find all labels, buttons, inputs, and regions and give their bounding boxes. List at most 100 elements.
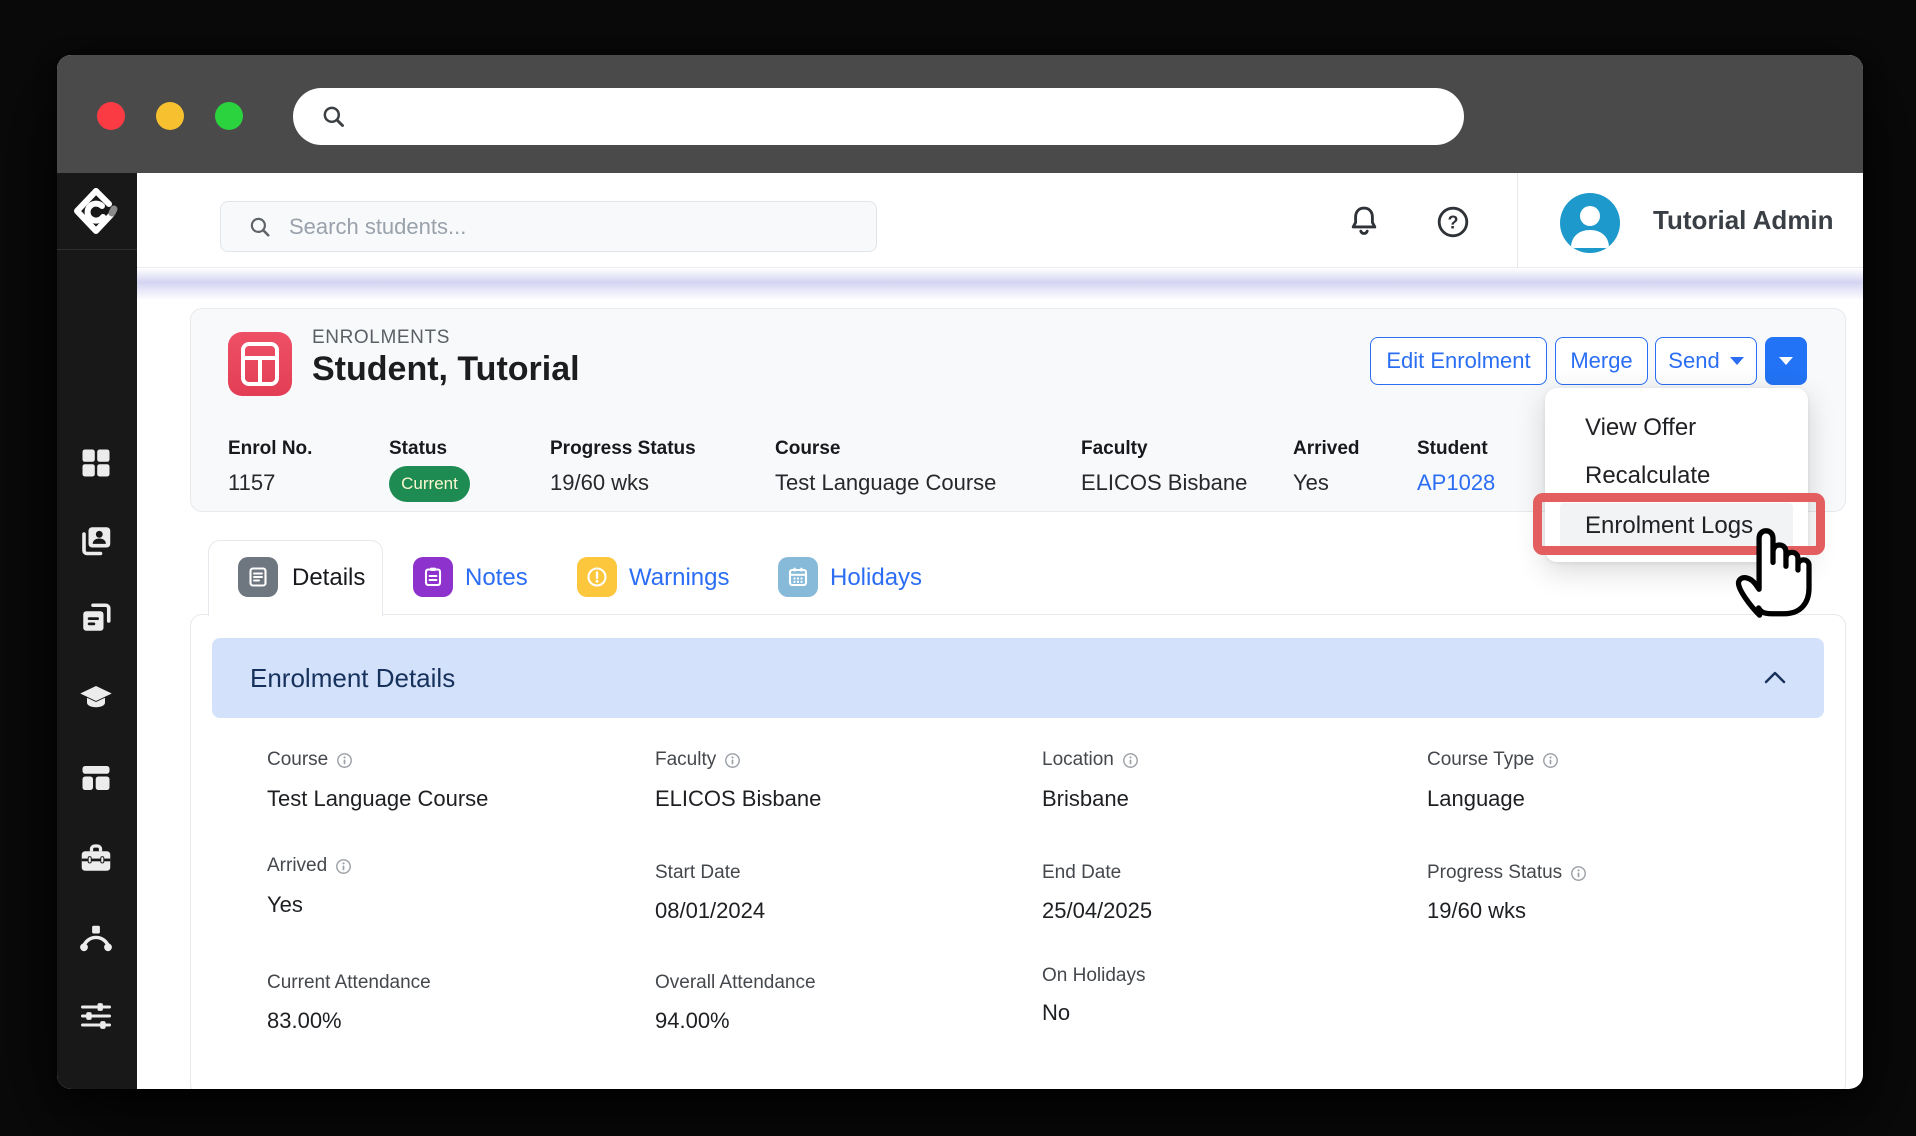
graduation-cap-icon <box>80 686 112 708</box>
field-label: Arrived <box>267 855 352 877</box>
person-icon <box>1571 206 1609 248</box>
help-icon[interactable]: ? <box>1435 204 1471 240</box>
browser-window: Search students... ? Tutorial Admin ENRO… <box>57 55 1863 1089</box>
status-badge: Current <box>389 466 470 502</box>
document-icon <box>249 567 267 587</box>
tab-warnings-icon[interactable] <box>577 557 617 597</box>
app-logo[interactable] <box>57 173 137 250</box>
chevron-down-icon <box>1729 357 1744 365</box>
tab-notes-label[interactable]: Notes <box>465 540 528 616</box>
minimize-window-button[interactable] <box>156 102 184 130</box>
sidebar-item-dashboard[interactable] <box>78 445 114 481</box>
field-label: Faculty <box>655 749 741 771</box>
info-icon[interactable] <box>335 858 352 875</box>
field-value: ELICOS Bisbane <box>655 786 822 811</box>
field-label-text: On Holidays <box>1042 965 1146 986</box>
merge-label: Merge <box>1570 348 1633 373</box>
student-id-link[interactable]: AP1028 <box>1417 470 1495 496</box>
browser-titlebar <box>57 55 1863 173</box>
sidebar-item-documents[interactable] <box>78 600 114 636</box>
field-label-text: Progress Status <box>1427 862 1563 883</box>
browser-address-bar[interactable] <box>293 88 1464 145</box>
module-eyebrow: ENROLMENTS <box>312 327 450 348</box>
user-avatar[interactable] <box>1560 193 1620 253</box>
maximize-window-button[interactable] <box>215 102 243 130</box>
summary-label: Student <box>1417 438 1488 459</box>
tab-details-label[interactable]: Details <box>292 540 365 616</box>
layout-table-icon <box>82 766 110 790</box>
sidebar <box>57 173 137 1089</box>
info-icon[interactable] <box>336 752 353 769</box>
info-icon[interactable] <box>1122 752 1139 769</box>
field-label-text: Faculty <box>655 749 717 770</box>
info-icon[interactable] <box>1542 752 1559 769</box>
user-name[interactable]: Tutorial Admin <box>1653 173 1834 268</box>
tab-details-icon[interactable] <box>238 557 278 597</box>
field-label: Course Type <box>1427 749 1559 771</box>
send-button[interactable]: Send <box>1655 337 1757 385</box>
tab-holidays-label[interactable]: Holidays <box>830 540 922 616</box>
student-card-icon <box>82 527 111 556</box>
field-label: Course <box>267 749 353 771</box>
field-label-text: Course Type <box>1427 749 1535 770</box>
header-glow-divider <box>137 268 1863 300</box>
field-label: Start Date <box>655 862 741 884</box>
chevron-up-icon[interactable] <box>1762 666 1788 690</box>
edit-enrolment-label: Edit Enrolment <box>1386 348 1531 373</box>
sidebar-item-workflows[interactable] <box>78 920 114 956</box>
menu-item-view-offer[interactable]: View Offer <box>1560 405 1793 450</box>
field-value: No <box>1042 1000 1071 1025</box>
field-label-text: End Date <box>1042 862 1122 883</box>
vector-curve-icon <box>80 925 112 952</box>
field-label-text: Start Date <box>655 862 741 883</box>
summary-label: Arrived <box>1293 438 1360 459</box>
tab-holidays-icon[interactable] <box>778 557 818 597</box>
summary-label: Faculty <box>1081 438 1148 459</box>
enrolment-details-section-header[interactable]: Enrolment Details <box>212 638 1824 718</box>
section-title: Enrolment Details <box>250 662 456 693</box>
edit-enrolment-button[interactable]: Edit Enrolment <box>1370 337 1547 385</box>
hand-cursor-icon <box>1735 528 1812 618</box>
student-search-input[interactable]: Search students... <box>220 201 877 252</box>
summary-value: 19/60 wks <box>550 470 650 495</box>
summary-value: ELICOS Bisbane <box>1081 470 1248 495</box>
field-value: 25/04/2025 <box>1042 898 1153 923</box>
warning-icon <box>587 567 607 587</box>
sidebar-item-students[interactable] <box>78 522 114 558</box>
tab-warnings-label[interactable]: Warnings <box>629 540 729 616</box>
close-window-button[interactable] <box>97 102 125 130</box>
search-placeholder: Search students... <box>289 213 467 239</box>
field-label-text: Current Attendance <box>267 972 431 993</box>
sidebar-item-courses[interactable] <box>78 680 114 716</box>
svg-text:?: ? <box>1448 212 1459 232</box>
field-value: Test Language Course <box>267 786 489 811</box>
send-label: Send <box>1668 348 1720 373</box>
search-icon <box>323 106 344 127</box>
field-value: 08/01/2024 <box>655 898 766 923</box>
merge-button[interactable]: Merge <box>1555 337 1648 385</box>
menu-item-recalculate[interactable]: Recalculate <box>1560 453 1793 498</box>
field-label-text: Course <box>267 749 329 770</box>
info-icon[interactable] <box>724 752 741 769</box>
sidebar-item-toolbox[interactable] <box>78 840 114 876</box>
field-value: Language <box>1427 786 1525 811</box>
sliders-icon <box>81 1003 111 1029</box>
summary-label: Progress Status <box>550 438 696 459</box>
info-icon[interactable] <box>1570 865 1587 882</box>
summary-value: 1157 <box>228 470 276 495</box>
sidebar-item-settings[interactable] <box>78 998 114 1034</box>
topbar-divider <box>1517 173 1518 268</box>
summary-value: Yes <box>1293 470 1329 495</box>
summary-label: Enrol No. <box>228 438 313 459</box>
notifications-bell-icon[interactable] <box>1346 203 1382 241</box>
field-value: 83.00% <box>267 1008 342 1033</box>
more-actions-dropdown-button[interactable] <box>1765 337 1807 385</box>
field-value: 94.00% <box>655 1008 730 1033</box>
summary-label: Status <box>389 438 448 459</box>
field-label: Current Attendance <box>267 972 431 994</box>
tab-notes-icon[interactable] <box>413 557 453 597</box>
briefcase-icon <box>81 844 111 871</box>
field-value: 19/60 wks <box>1427 898 1527 923</box>
search-icon <box>250 217 270 237</box>
sidebar-item-enrolments[interactable] <box>78 760 114 796</box>
